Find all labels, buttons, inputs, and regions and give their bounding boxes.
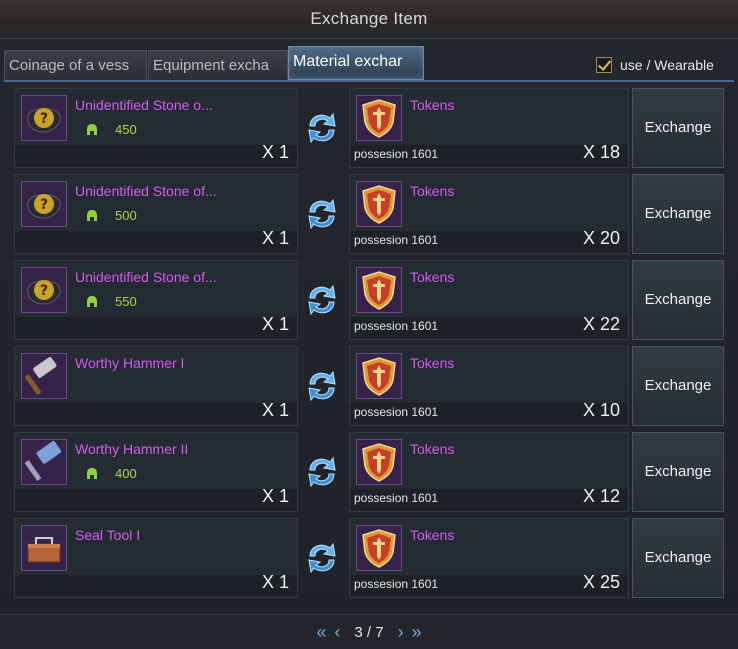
item-name: Worthy Hammer II <box>75 441 189 457</box>
token-shield-icon <box>356 353 402 399</box>
helmet-icon <box>87 123 97 135</box>
item-name: Unidentified Stone of... <box>75 183 217 199</box>
item-name: Worthy Hammer I <box>75 355 185 371</box>
item-quantity: X 1 <box>261 400 289 420</box>
item-requirement: 450 <box>85 122 137 137</box>
prev-page-button[interactable]: ‹ <box>334 622 340 643</box>
item-requirement: 400 <box>85 466 137 481</box>
token-shield-icon <box>356 95 402 141</box>
exchange-button[interactable]: Exchange <box>632 88 724 168</box>
token-name: Tokens <box>410 97 455 113</box>
item-name: Unidentified Stone of... <box>75 269 217 285</box>
exchange-row: Worthy Hammer II 400 X 1 Tokens possesio… <box>14 430 726 514</box>
token-quantity: X 22 <box>582 314 620 334</box>
item-name: Unidentified Stone o... <box>75 97 213 113</box>
wearable-checkbox[interactable] <box>596 57 612 73</box>
token-shield-icon <box>356 439 402 485</box>
svg-text:?: ? <box>40 283 48 299</box>
token-name: Tokens <box>410 527 455 543</box>
token-cell[interactable]: Tokens possesion 1601 X 20 <box>349 174 629 254</box>
tab-coinage[interactable]: Coinage of a vess <box>4 50 147 80</box>
svg-text:?: ? <box>40 197 48 213</box>
token-possession: possesion 1601 <box>354 319 439 333</box>
exchange-arrows-icon <box>302 364 342 408</box>
unidentified-stone-icon: ? <box>21 95 67 141</box>
item-quantity: X 1 <box>261 314 289 334</box>
token-name: Tokens <box>410 269 455 285</box>
pagination: « ‹ 3 / 7 › » <box>0 614 738 649</box>
exchange-arrows-icon <box>302 450 342 494</box>
token-possession: possesion 1601 <box>354 577 439 591</box>
item-name: Seal Tool I <box>75 527 141 543</box>
token-possession: possesion 1601 <box>354 491 439 505</box>
exchange-list: ? Unidentified Stone o... 450 X 1 Tokens… <box>14 86 726 606</box>
exchange-window: Exchange Item Coinage of a vess Equipmen… <box>0 0 738 649</box>
exchange-row: Seal Tool I X 1 Tokens possesion 1601 X … <box>14 516 726 600</box>
item-cell[interactable]: Worthy Hammer II 400 X 1 <box>14 432 298 512</box>
helmet-icon <box>87 209 97 221</box>
tab-underline <box>4 80 734 82</box>
item-cell[interactable]: ? Unidentified Stone o... 450 X 1 <box>14 88 298 168</box>
item-quantity: X 1 <box>261 486 289 506</box>
exchange-button[interactable]: Exchange <box>632 432 724 512</box>
exchange-arrows-icon <box>302 536 342 580</box>
exchange-button[interactable]: Exchange <box>632 518 724 598</box>
token-possession: possesion 1601 <box>354 405 439 419</box>
token-shield-icon <box>356 525 402 571</box>
page-indicator: 3 / 7 <box>354 623 384 641</box>
token-possession: possesion 1601 <box>354 147 439 161</box>
token-cell[interactable]: Tokens possesion 1601 X 18 <box>349 88 629 168</box>
token-cell[interactable]: Tokens possesion 1601 X 22 <box>349 260 629 340</box>
item-cell[interactable]: Worthy Hammer I X 1 <box>14 346 298 426</box>
unidentified-stone-icon: ? <box>21 181 67 227</box>
blue-hammer-icon <box>21 439 67 485</box>
item-cell[interactable]: Seal Tool I X 1 <box>14 518 298 598</box>
token-quantity: X 20 <box>582 228 620 248</box>
token-possession: possesion 1601 <box>354 233 439 247</box>
token-name: Tokens <box>410 355 455 371</box>
exchange-arrows-icon <box>302 192 342 236</box>
hammer-icon <box>21 353 67 399</box>
token-cell[interactable]: Tokens possesion 1601 X 10 <box>349 346 629 426</box>
helmet-icon <box>87 467 97 479</box>
token-shield-icon <box>356 181 402 227</box>
exchange-button[interactable]: Exchange <box>632 174 724 254</box>
token-name: Tokens <box>410 441 455 457</box>
token-name: Tokens <box>410 183 455 199</box>
exchange-row: ? Unidentified Stone of... 500 X 1 Token… <box>14 172 726 256</box>
exchange-button[interactable]: Exchange <box>632 346 724 426</box>
last-page-button[interactable]: » <box>412 622 422 643</box>
token-shield-icon <box>356 267 402 313</box>
toolbox-icon <box>21 525 67 571</box>
exchange-arrows-icon <box>302 278 342 322</box>
exchange-row: ? Unidentified Stone of... 550 X 1 Token… <box>14 258 726 342</box>
token-cell[interactable]: Tokens possesion 1601 X 12 <box>349 432 629 512</box>
window-title: Exchange Item <box>0 0 738 39</box>
token-quantity: X 10 <box>582 400 620 420</box>
item-requirement: 500 <box>85 208 137 223</box>
item-cell[interactable]: ? Unidentified Stone of... 500 X 1 <box>14 174 298 254</box>
svg-text:?: ? <box>40 111 48 127</box>
wearable-filter[interactable]: use / Wearable <box>596 55 714 75</box>
exchange-row: ? Unidentified Stone o... 450 X 1 Tokens… <box>14 86 726 170</box>
exchange-row: Worthy Hammer I X 1 Tokens possesion 160… <box>14 344 726 428</box>
item-quantity: X 1 <box>261 142 289 162</box>
token-quantity: X 25 <box>582 572 620 592</box>
exchange-arrows-icon <box>302 106 342 150</box>
wearable-label: use / Wearable <box>620 57 714 73</box>
first-page-button[interactable]: « <box>316 622 326 643</box>
token-quantity: X 18 <box>582 142 620 162</box>
item-requirement: 550 <box>85 294 137 309</box>
item-quantity: X 1 <box>261 572 289 592</box>
exchange-button[interactable]: Exchange <box>632 260 724 340</box>
item-cell[interactable]: ? Unidentified Stone of... 550 X 1 <box>14 260 298 340</box>
tab-material[interactable]: Material exchar <box>288 46 424 80</box>
item-quantity: X 1 <box>261 228 289 248</box>
tab-equipment[interactable]: Equipment excha <box>148 50 288 80</box>
unidentified-stone-icon: ? <box>21 267 67 313</box>
token-cell[interactable]: Tokens possesion 1601 X 25 <box>349 518 629 598</box>
helmet-icon <box>87 295 97 307</box>
token-quantity: X 12 <box>582 486 620 506</box>
next-page-button[interactable]: › <box>398 622 404 643</box>
